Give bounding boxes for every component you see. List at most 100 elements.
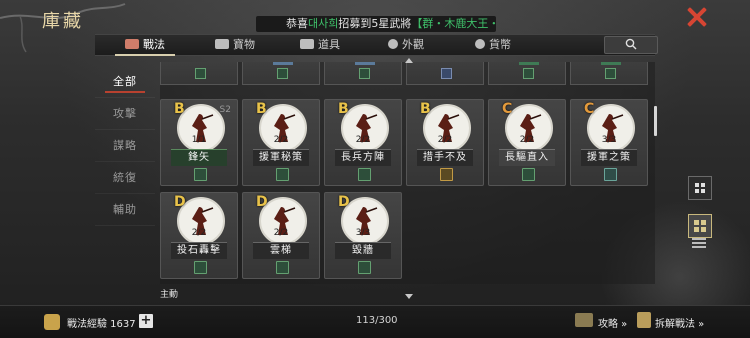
tactic-name: 援軍之策 bbox=[581, 149, 637, 166]
sidebar-item-attack[interactable]: 攻擊 bbox=[95, 98, 155, 130]
guide-button[interactable]: 攻略 » bbox=[598, 315, 627, 330]
grade-badge: C bbox=[502, 101, 513, 117]
capacity-count: 113/300 bbox=[356, 315, 398, 326]
tactic-name: 鋒矢 bbox=[171, 149, 227, 166]
tactic-type-icon bbox=[194, 168, 207, 181]
tactic-name: 投石轟擊 bbox=[171, 242, 227, 259]
tactic-card[interactable]: C 3/3 援軍之策 bbox=[570, 99, 648, 186]
card-partial[interactable] bbox=[160, 62, 238, 85]
tactic-type-icon bbox=[522, 168, 535, 181]
add-exp-button[interactable]: + bbox=[139, 314, 153, 328]
grade-badge: C bbox=[584, 101, 595, 117]
tactic-card[interactable]: D 3/3 毀牆 bbox=[324, 192, 402, 279]
grade-badge: D bbox=[174, 194, 186, 210]
tactic-card[interactable]: C 2/2 長驅直入 bbox=[488, 99, 566, 186]
tactic-card[interactable]: B 2/2 措手不及 bbox=[406, 99, 484, 186]
footer-bar: 戰法經驗 1637 + 113/300 攻略 » 拆解戰法 » bbox=[0, 305, 750, 338]
grid-icon bbox=[695, 183, 705, 193]
bag-icon bbox=[300, 39, 314, 49]
card-strip bbox=[273, 62, 293, 65]
tactic-card[interactable]: B 2/2 長兵方陣 bbox=[324, 99, 402, 186]
card-partial[interactable] bbox=[570, 62, 648, 85]
tactic-level: 1/1 bbox=[191, 135, 207, 145]
tab-currency[interactable]: 貨幣 bbox=[475, 35, 511, 55]
guide-icon bbox=[575, 313, 593, 327]
ring-icon bbox=[388, 39, 398, 49]
grade-badge: B bbox=[174, 101, 185, 117]
card-strip bbox=[355, 62, 375, 65]
view-toggle bbox=[688, 176, 712, 248]
sidebar-item-recovery[interactable]: 統復 bbox=[95, 162, 155, 194]
tactic-card[interactable]: D 2/2 投石轟擊 bbox=[160, 192, 238, 279]
tactic-type-icon bbox=[195, 68, 206, 79]
tactic-level: 2/2 bbox=[355, 135, 371, 145]
search-icon bbox=[625, 38, 637, 50]
tactic-type-icon bbox=[276, 168, 289, 181]
category-tabbar: 戰法 寶物 道具 外觀 貨幣 bbox=[95, 34, 655, 56]
season-tag: S2 bbox=[219, 105, 231, 115]
tab-items[interactable]: 道具 bbox=[300, 35, 340, 55]
tactic-type-icon bbox=[440, 168, 453, 181]
tactic-level: 2/2 bbox=[437, 135, 453, 145]
sidebar-item-all[interactable]: 全部 bbox=[95, 66, 155, 98]
tactic-name: 毀牆 bbox=[335, 242, 391, 259]
tactics-grid: B S2 1/1 鋒矢 B 2/2 援軍秘策 B 2/2 長兵方陣 B 2/2 措手不及 C 2/2 長驅直入… bbox=[160, 62, 655, 284]
tactic-card[interactable]: B S2 1/1 鋒矢 bbox=[160, 99, 238, 186]
coin-icon bbox=[475, 39, 485, 49]
tactic-name: 措手不及 bbox=[417, 149, 473, 166]
tab-appearance[interactable]: 外觀 bbox=[388, 35, 424, 55]
tab-label: 戰法 bbox=[143, 38, 165, 51]
card-partial[interactable] bbox=[488, 62, 566, 85]
tactic-level: 2/2 bbox=[191, 228, 207, 238]
tab-treasures[interactable]: 寶物 bbox=[215, 35, 255, 55]
tactic-name: 援軍秘策 bbox=[253, 149, 309, 166]
card-partial[interactable] bbox=[242, 62, 320, 85]
filter-sidebar: 全部 攻擊 謀略 統復 輔助 bbox=[95, 66, 155, 226]
card-partial[interactable] bbox=[324, 62, 402, 85]
page-title: 庫藏 bbox=[42, 11, 84, 32]
guide-label: 攻略 bbox=[598, 319, 618, 330]
tactic-name: 雲梯 bbox=[253, 242, 309, 259]
scroll-down-arrow-icon[interactable] bbox=[405, 294, 413, 299]
dismantle-label: 拆解戰法 bbox=[655, 319, 695, 330]
weapon-icon bbox=[215, 39, 229, 49]
dismantle-button[interactable]: 拆解戰法 » bbox=[655, 315, 704, 330]
scrollbar-thumb[interactable] bbox=[654, 106, 657, 136]
tab-label: 寶物 bbox=[233, 38, 255, 51]
tab-tactics[interactable]: 戰法 bbox=[115, 35, 175, 56]
tab-label: 貨幣 bbox=[489, 38, 511, 51]
sidebar-item-strategy[interactable]: 謀略 bbox=[95, 130, 155, 162]
ticker-middle: 招募到5星武將 bbox=[338, 17, 412, 30]
scroll-icon bbox=[125, 39, 139, 49]
compact-view-button[interactable] bbox=[688, 214, 712, 238]
tactic-type-icon bbox=[276, 261, 289, 274]
tactic-level: 2/2 bbox=[519, 135, 535, 145]
tab-label: 外觀 bbox=[402, 38, 424, 51]
sidebar-item-support[interactable]: 輔助 bbox=[95, 194, 155, 226]
tactic-exp-icon bbox=[44, 314, 60, 330]
tactic-card[interactable]: D 2/2 雲梯 bbox=[242, 192, 320, 279]
tactic-level: 2/2 bbox=[273, 228, 289, 238]
scroll-up-arrow-icon[interactable] bbox=[405, 58, 413, 63]
close-button[interactable] bbox=[686, 6, 708, 28]
tactic-level: 3/3 bbox=[601, 135, 617, 145]
dismantle-icon bbox=[637, 312, 651, 328]
tactic-type-icon bbox=[523, 68, 534, 79]
tactic-type-icon bbox=[359, 68, 370, 79]
grade-badge: B bbox=[420, 101, 431, 117]
tactic-exp-label: 戰法經驗 1637 bbox=[67, 319, 136, 330]
card-partial[interactable] bbox=[406, 62, 484, 85]
card-strip bbox=[519, 62, 539, 65]
tactic-type-icon bbox=[441, 68, 452, 79]
tactic-card[interactable]: B 2/2 援軍秘策 bbox=[242, 99, 320, 186]
list-icon[interactable] bbox=[692, 238, 706, 248]
tactic-level: 2/2 bbox=[273, 135, 289, 145]
tactic-type-icon bbox=[358, 261, 371, 274]
section-label: 主動 bbox=[160, 290, 179, 300]
grade-badge: B bbox=[256, 101, 267, 117]
grid-view-button[interactable] bbox=[688, 176, 712, 200]
grade-badge: D bbox=[338, 194, 350, 210]
search-button[interactable] bbox=[604, 36, 658, 54]
ticker-prefix: 恭喜 bbox=[286, 17, 308, 30]
grade-badge: B bbox=[338, 101, 349, 117]
